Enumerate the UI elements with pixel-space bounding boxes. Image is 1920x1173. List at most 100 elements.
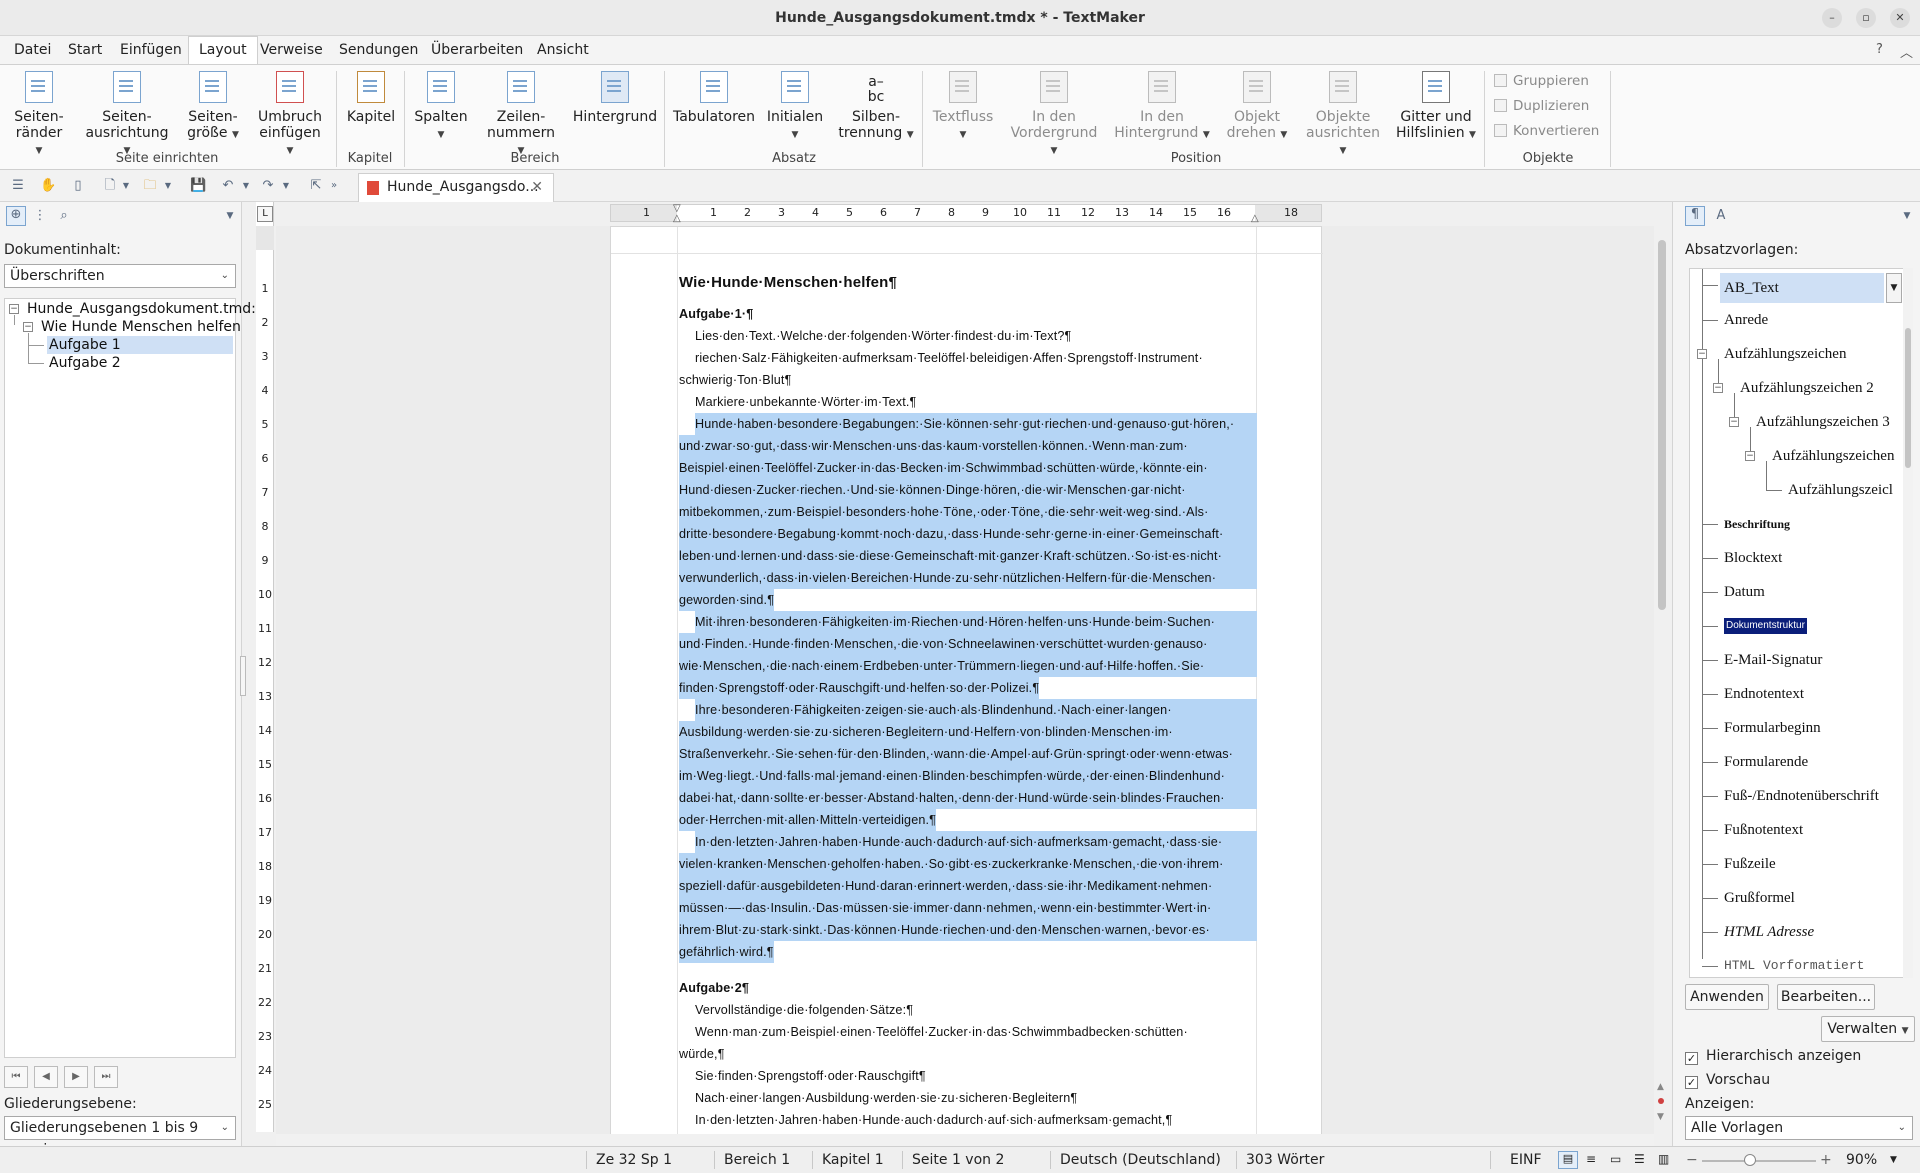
panel-menu-icon[interactable]: ▼: [1899, 208, 1915, 224]
collapse-icon[interactable]: −: [1729, 417, 1739, 427]
gruppieren-button[interactable]: Gruppieren: [1494, 73, 1589, 89]
hamburger-icon[interactable]: ☰: [10, 178, 26, 194]
character-styles-icon[interactable]: A: [1713, 208, 1729, 224]
objekte-ausrichten-button[interactable]: Objekte ausrichten ▼: [1302, 71, 1384, 159]
kapitel-button[interactable]: Kapitel: [346, 71, 396, 125]
style-item[interactable]: AB_Text: [1720, 273, 1884, 303]
tab-stop-icon[interactable]: L: [257, 206, 273, 222]
save-icon[interactable]: 💾: [190, 178, 206, 194]
anzeigen-select[interactable]: Alle Vorlagen ⌄: [1685, 1116, 1913, 1140]
status-mode[interactable]: EINF: [1510, 1152, 1542, 1168]
menu-ueberarbeiten[interactable]: Überarbeiten: [429, 36, 525, 64]
collapse-icon[interactable]: −: [1713, 383, 1723, 393]
menu-start[interactable]: Start: [66, 36, 104, 64]
collapse-icon[interactable]: −: [9, 304, 19, 314]
style-item[interactable]: Aufzählungszeicl: [1788, 479, 1893, 501]
document-text[interactable]: Wie·Hunde·Menschen·helfen¶ Aufgabe·1·¶ L…: [611, 227, 1323, 1135]
umbruch-einfuegen-button[interactable]: Umbruch einfügen ▼: [256, 71, 324, 159]
seitengroesse-button[interactable]: Seiten- größe ▼: [186, 71, 240, 143]
open-folder-icon[interactable]: 🗀: [142, 178, 158, 194]
scroll-down-icon[interactable]: ▼: [1657, 1112, 1664, 1122]
chevron-down-icon[interactable]: ▼: [1890, 1155, 1897, 1165]
gitter-hilfslinien-button[interactable]: Gitter und Hilfslinien ▼: [1394, 71, 1478, 143]
zoom-slider-handle[interactable]: [1744, 1154, 1756, 1166]
horizontal-scrollbar[interactable]: [276, 1134, 1654, 1146]
menu-ansicht[interactable]: Ansicht: [535, 36, 591, 64]
document-page[interactable]: Wie·Hunde·Menschen·helfen¶ Aufgabe·1·¶ L…: [610, 226, 1323, 1139]
menu-sendungen[interactable]: Sendungen: [337, 36, 420, 64]
hierarchisch-checkbox[interactable]: ✓ Hierarchisch anzeigen: [1685, 1048, 1861, 1065]
master-page-icon[interactable]: ▭: [1610, 1152, 1621, 1166]
previous-icon[interactable]: ◀: [34, 1066, 58, 1088]
hand-icon[interactable]: ✋: [40, 178, 56, 194]
continuous-view-icon[interactable]: ≡: [1586, 1152, 1596, 1166]
zoom-in-icon[interactable]: +: [1820, 1152, 1832, 1168]
style-item[interactable]: E-Mail-Signatur: [1724, 649, 1822, 671]
style-item[interactable]: Aufzählungszeichen 2: [1740, 377, 1874, 399]
style-item[interactable]: Formularende: [1724, 751, 1808, 773]
style-item[interactable]: Blocktext: [1724, 547, 1782, 569]
scroll-up-icon[interactable]: ▲: [1657, 1082, 1664, 1092]
document-tab[interactable]: Hunde_Ausgangsdo... ✕: [358, 173, 554, 202]
textfluss-button[interactable]: Textfluss ▼: [930, 71, 996, 143]
style-item[interactable]: Fußzeile: [1724, 853, 1776, 875]
chevron-down-icon[interactable]: ▼: [238, 178, 254, 194]
panel-menu-icon[interactable]: ▼: [222, 208, 238, 224]
last-icon[interactable]: ⏭: [94, 1066, 118, 1088]
status-position[interactable]: Ze 32 Sp 1: [596, 1152, 672, 1168]
style-item[interactable]: Aufzählungszeichen: [1772, 445, 1894, 467]
tree-node-aufgabe-2[interactable]: Aufgabe 2: [49, 354, 121, 372]
undo-icon[interactable]: ↶: [220, 178, 236, 194]
indent-marker-icon[interactable]: △: [673, 213, 681, 224]
right-indent-marker-icon[interactable]: △: [1251, 213, 1259, 224]
zeilennummern-button[interactable]: Zeilen- nummern ▼: [484, 71, 558, 159]
zoom-level[interactable]: 90%: [1846, 1152, 1877, 1168]
zoom-out-icon[interactable]: −: [1686, 1152, 1698, 1168]
new-document-icon[interactable]: 🗋: [102, 178, 118, 194]
style-item[interactable]: Formularbeginn: [1724, 717, 1821, 739]
status-kapitel[interactable]: Kapitel 1: [822, 1152, 884, 1168]
bookmark-icon[interactable]: ⋮: [32, 208, 48, 224]
status-sprache[interactable]: Deutsch (Deutschland): [1060, 1152, 1221, 1168]
collapse-icon[interactable]: −: [1745, 451, 1755, 461]
hintergrund-button[interactable]: Hintergrund: [572, 71, 658, 125]
initialen-button[interactable]: Initialen ▼: [766, 71, 824, 143]
next-icon[interactable]: ▶: [64, 1066, 88, 1088]
page-view-icon[interactable]: ▤: [1558, 1151, 1578, 1169]
style-item[interactable]: HTML Vorformatiert: [1724, 955, 1864, 977]
style-item[interactable]: Fuß-/Endnotenüberschrift: [1724, 785, 1879, 807]
maximize-icon[interactable]: ▫: [1856, 8, 1876, 28]
tree-node-heading[interactable]: Wie Hunde Menschen helfen: [41, 318, 241, 336]
style-item[interactable]: Fußnotentext: [1724, 819, 1803, 841]
scrollbar-thumb[interactable]: [1658, 240, 1666, 610]
menu-layout[interactable]: Layout: [188, 36, 258, 64]
in-den-hintergrund-button[interactable]: In den Hintergrund ▼: [1114, 71, 1210, 143]
konvertieren-button[interactable]: Konvertieren: [1494, 123, 1599, 139]
page-view-icon[interactable]: ▯: [70, 178, 86, 194]
menu-datei[interactable]: Datei: [12, 36, 53, 64]
vertical-scrollbar[interactable]: ▲ ▼: [1654, 226, 1670, 1132]
tree-node-document[interactable]: Hunde_Ausgangsdokument.tmd:: [27, 300, 256, 318]
redo-icon[interactable]: ↷: [260, 178, 276, 194]
tabulatoren-button[interactable]: Tabulatoren: [672, 71, 756, 125]
status-bereich[interactable]: Bereich 1: [724, 1152, 790, 1168]
vorschau-checkbox[interactable]: ✓ Vorschau: [1685, 1072, 1770, 1089]
seitenraender-button[interactable]: Seiten- ränder ▼: [12, 71, 66, 159]
outline-view-icon[interactable]: ☰: [1634, 1152, 1645, 1166]
more-icon[interactable]: »: [326, 178, 342, 194]
paragraph-styles-icon[interactable]: ¶: [1685, 206, 1705, 226]
first-icon[interactable]: ⏮: [4, 1066, 28, 1088]
style-item[interactable]: Grußformel: [1724, 887, 1795, 909]
style-item[interactable]: Beschriftung: [1724, 513, 1790, 535]
menu-verweise[interactable]: Verweise: [258, 36, 325, 64]
collapse-icon[interactable]: −: [23, 322, 33, 332]
spalten-button[interactable]: Spalten ▼: [414, 71, 468, 143]
style-item[interactable]: Aufzählungszeichen: [1724, 343, 1846, 365]
seitenausrichtung-button[interactable]: Seiten- ausrichtung ▼: [82, 71, 172, 159]
duplizieren-button[interactable]: Duplizieren: [1494, 98, 1589, 114]
style-item[interactable]: HTML Adresse: [1724, 921, 1814, 943]
pointer-icon[interactable]: ⇱: [308, 178, 324, 194]
dokumentinhalt-select[interactable]: Überschriften ⌄: [4, 264, 236, 288]
collapse-ribbon-icon[interactable]: ︿: [1900, 42, 1913, 61]
close-tab-icon[interactable]: ✕: [531, 174, 543, 201]
